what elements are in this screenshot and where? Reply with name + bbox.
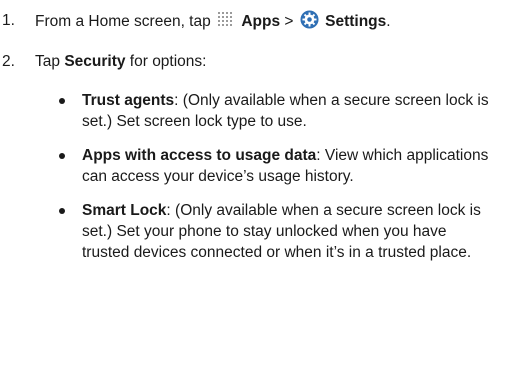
list-item: Smart Lock: (Only available when a secur… — [0, 200, 509, 263]
apps-grid-icon — [217, 11, 235, 35]
step-suffix: . — [386, 13, 391, 30]
option-title: Smart Lock — [82, 202, 167, 219]
settings-label: Settings — [325, 13, 387, 30]
option-title: Apps with access to usage data — [82, 147, 317, 164]
bullet-icon — [59, 98, 65, 104]
step-text: From a Home screen, tap Apps > Settings. — [35, 10, 391, 35]
security-label: Security — [64, 53, 126, 70]
bullet-icon — [59, 153, 65, 159]
step-number: 1. — [2, 12, 15, 29]
step-text: Tap Security for options: — [35, 51, 206, 72]
bullet-icon — [59, 208, 65, 214]
step-prefix: Tap — [35, 53, 60, 70]
step-number: 2. — [2, 53, 15, 70]
step-suffix: for options: — [129, 53, 207, 70]
option-title: Trust agents — [82, 92, 175, 109]
list-item: Trust agents: (Only available when a sec… — [0, 90, 509, 132]
apps-label: Apps — [241, 13, 281, 30]
step-prefix: From a Home screen, tap — [35, 13, 211, 30]
list-item: Apps with access to usage data: View whi… — [0, 145, 509, 187]
settings-gear-icon — [300, 10, 319, 35]
security-options-list: Trust agents: (Only available when a sec… — [0, 90, 509, 276]
separator: > — [284, 13, 294, 30]
